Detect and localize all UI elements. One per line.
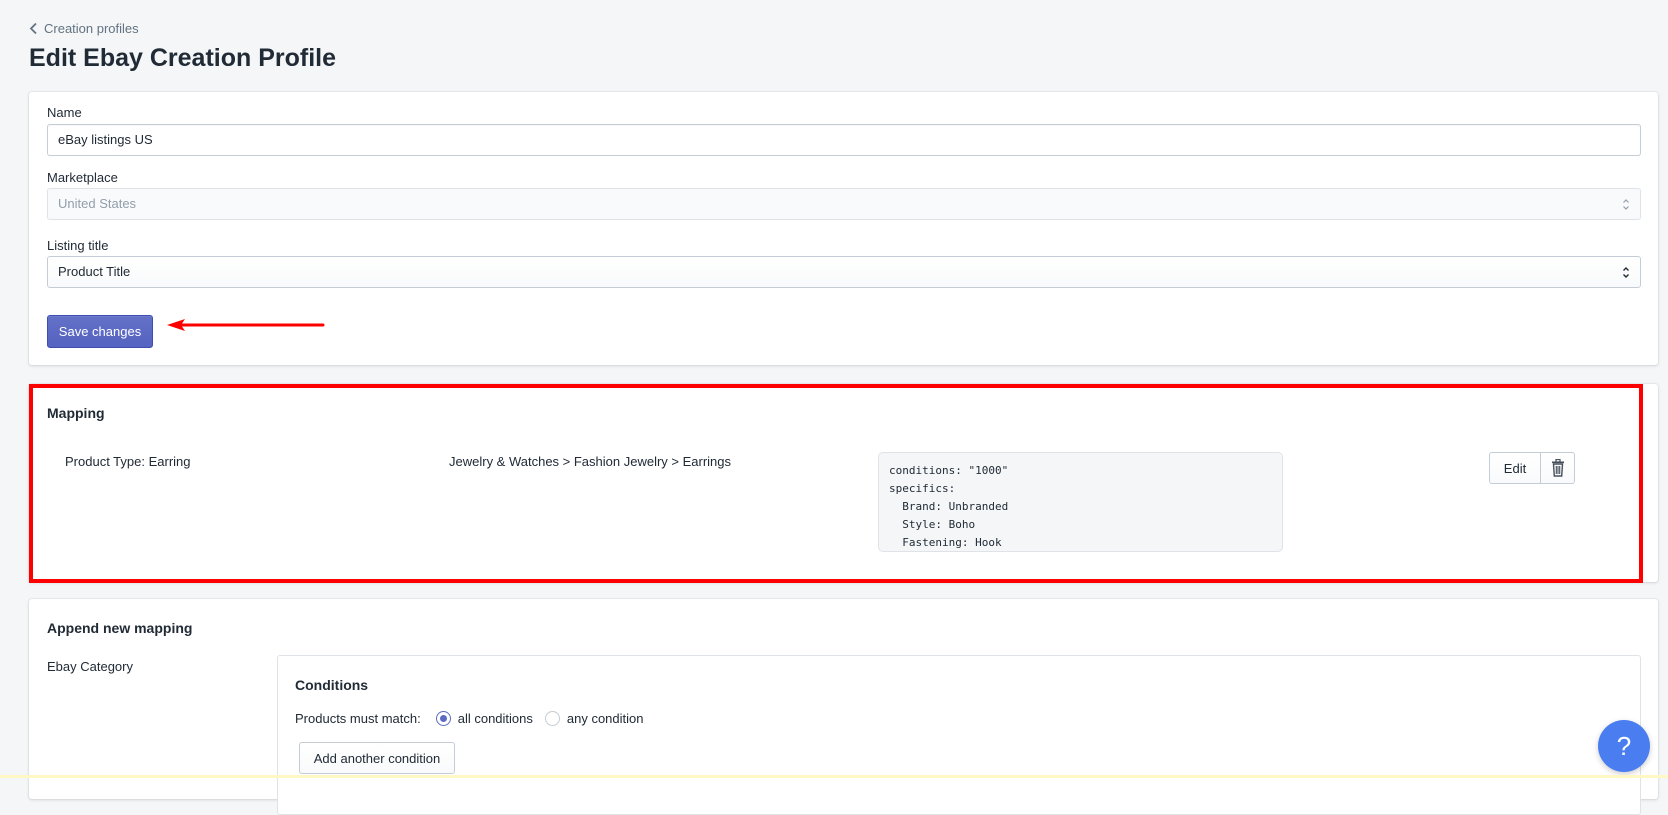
- mapping-config-code: conditions: "1000" specifics: Brand: Unb…: [878, 452, 1283, 552]
- question-icon: ?: [1616, 730, 1632, 761]
- save-changes-button[interactable]: Save changes: [47, 315, 153, 348]
- mapping-card: Mapping Product Type: Earring Jewelry & …: [29, 384, 1658, 582]
- name-input[interactable]: eBay listings US: [47, 124, 1641, 156]
- match-label: Products must match:: [295, 711, 421, 726]
- marketplace-select: United States: [47, 188, 1641, 220]
- mapping-category: Jewelry & Watches > Fashion Jewelry > Ea…: [449, 454, 732, 469]
- breadcrumb[interactable]: Creation profiles: [29, 21, 139, 36]
- select-arrows-icon: [1623, 199, 1629, 210]
- listing-title-label: Listing title: [47, 238, 109, 253]
- option-any-condition[interactable]: any condition: [544, 711, 644, 726]
- edit-mapping-button[interactable]: Edit: [1489, 452, 1541, 484]
- radio-any-condition[interactable]: [544, 711, 560, 726]
- marketplace-value: United States: [58, 196, 137, 211]
- delete-mapping-button[interactable]: [1541, 452, 1575, 484]
- conditions-title: Conditions: [295, 677, 369, 693]
- listing-title-value: Product Title: [58, 264, 131, 279]
- trash-icon: [1551, 459, 1564, 477]
- mapping-product-type: Product Type: Earring: [65, 454, 191, 469]
- help-button[interactable]: ?: [1598, 720, 1650, 772]
- listing-title-select[interactable]: Product Title: [47, 256, 1641, 288]
- radio-all-conditions[interactable]: [435, 711, 451, 726]
- option-all-label: all conditions: [457, 711, 533, 726]
- mapping-title: Mapping: [47, 405, 105, 421]
- chevron-left-icon: [29, 22, 37, 35]
- page-title: Edit Ebay Creation Profile: [29, 44, 337, 72]
- marketplace-label: Marketplace: [47, 170, 118, 185]
- select-arrows-icon: [1623, 267, 1629, 278]
- red-arrow-annotation: [167, 319, 325, 331]
- option-all-conditions[interactable]: all conditions: [435, 711, 533, 726]
- append-title: Append new mapping: [47, 620, 193, 636]
- conditions-panel: Conditions Products must match: all cond…: [277, 655, 1641, 815]
- append-mapping-card: Append new mapping Ebay Category Conditi…: [29, 599, 1658, 815]
- add-condition-button[interactable]: Add another condition: [299, 742, 455, 774]
- mapping-actions: Edit: [1489, 452, 1575, 484]
- ebay-category-label: Ebay Category: [47, 659, 133, 674]
- option-any-label: any condition: [566, 711, 644, 726]
- name-label: Name: [47, 105, 82, 120]
- match-options: Products must match: all conditions any …: [295, 711, 656, 726]
- breadcrumb-link[interactable]: Creation profiles: [44, 21, 139, 36]
